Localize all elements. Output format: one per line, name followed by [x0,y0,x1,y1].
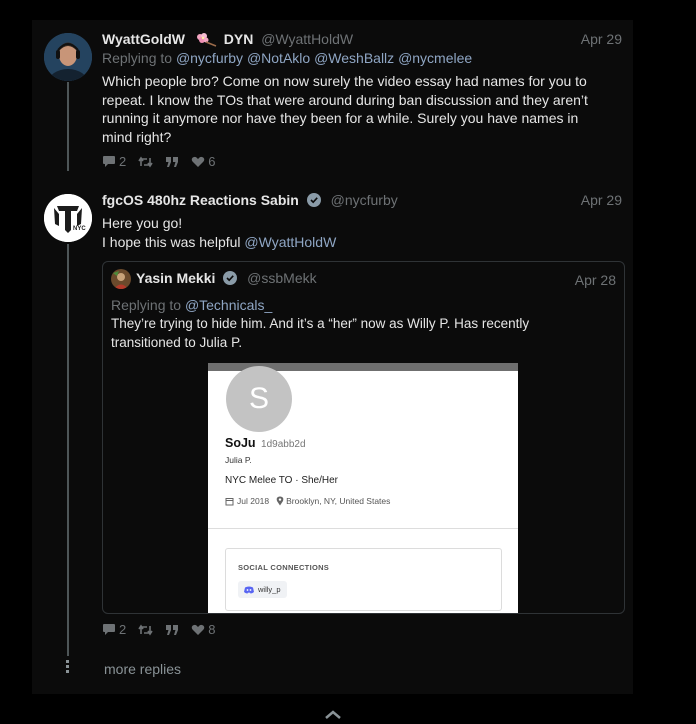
thread-connector [67,244,69,656]
profile-bio: NYC Melee TO · She/Her [225,475,339,486]
quote-text-line: They’re trying to hide him. And it’s a “… [111,316,530,331]
reply-icon [103,156,115,167]
calendar-icon [225,497,234,505]
replying-to-label: Replying to [111,297,182,313]
retweet-button[interactable] [138,156,153,168]
mention-link[interactable]: @NotAklo [247,50,310,66]
quote-button[interactable] [165,624,179,636]
mention-link[interactable]: @nycfurby [176,50,243,66]
more-replies-link[interactable]: more replies [104,661,181,677]
retweet-icon [138,156,153,167]
tweet-date[interactable]: Apr 29 [581,31,622,47]
quote-header: Yasin Mekki @ssbMekk [136,270,317,288]
chevron-up-icon[interactable] [324,706,342,724]
avatar[interactable] [44,33,92,81]
profile-avatar: S [226,366,292,432]
svg-text:NYC: NYC [73,226,86,232]
tweet-text-line: Which people bro? Come on now surely the… [102,73,587,89]
profile-location: Brooklyn, NY, United States [286,496,391,506]
connection-chip: willy_p [238,581,287,598]
quote-author-name[interactable]: Yasin Mekki [136,270,215,286]
tweet-text-line: repeat. I know the TOs that were around … [102,91,588,108]
mention-link[interactable]: @Technicals_ [185,297,272,313]
replying-to-label: Replying to [102,50,173,66]
social-connections-card: SOCIAL CONNECTIONS willy_p [225,548,502,611]
quote-icon [166,624,179,635]
avatar[interactable]: NYC [44,194,92,242]
quote-button[interactable] [165,156,179,168]
tweet-stats: 2 8 [102,622,227,637]
profile-name-row: SoJu 1d9abb2d [225,436,306,450]
avatar[interactable] [111,269,131,289]
tweet-text: Which people bro? Come on now surely the… [102,72,622,146]
discord-icon [244,586,254,594]
profile-display-name: SoJu [225,436,256,450]
verified-badge-icon [306,193,321,210]
profile-joined: Jul 2018 [237,496,270,506]
quote-text-line: transitioned to Julia P. [111,334,243,350]
tweet-text-line: I hope this was helpful @WyattHoldW [102,233,622,252]
reply-count: 2 [119,154,127,169]
tweet-text-line: mind right? [102,128,172,145]
retweet-button[interactable] [138,624,153,636]
author-name[interactable]: fgcOS 480hz Reactions Sabin [102,192,299,208]
quote-date[interactable]: Apr 28 [575,272,616,288]
location-pin-icon [276,496,284,506]
tweet-text: Here you go! I hope this was helpful @Wy… [102,214,622,251]
author-handle[interactable]: @WyattHoldW [261,31,353,47]
profile-id: 1d9abb2d [261,439,306,450]
thread-more-dots [66,660,70,673]
reply-button[interactable]: 2 [102,154,126,169]
like-button[interactable]: 6 [191,154,215,169]
tweet-header: WyattGoldW DYN @WyattHoldW [102,31,353,50]
tweet-text-line: running it anymore nor have they been fo… [102,110,579,126]
author-handle[interactable]: @nycfurby [331,192,398,208]
mention-link[interactable]: @nycmelee [398,50,472,66]
heart-icon [191,624,205,635]
profile-divider [208,528,518,529]
replying-to: Replying to @nycfurby @NotAklo @WeshBall… [102,50,472,66]
heart-icon [191,156,205,167]
tweet-stats: 2 6 [102,154,227,169]
mention-link[interactable]: @WyattHoldW [244,234,336,250]
reply-count: 2 [119,622,127,637]
quote-author-handle[interactable]: @ssbMekk [247,270,316,286]
tweet-text-span: I hope this was helpful [102,233,241,250]
retweet-icon [138,624,153,635]
quote-icon [166,156,179,167]
tweet-header: fgcOS 480hz Reactions Sabin @nycfurby [102,192,398,210]
like-button[interactable]: 8 [191,622,215,637]
like-count: 8 [208,622,216,637]
author-name-suffix: DYN [223,31,254,47]
replying-to: Replying to @Technicals_ [111,297,272,313]
reply-icon [103,624,115,635]
author-name[interactable]: WyattGoldW [102,31,185,47]
mention-link[interactable]: @WeshBallz [314,50,394,66]
profile-meta: Jul 2018 Brooklyn, NY, United States [225,496,390,506]
thread-connector [67,82,69,171]
cherry-blossom-icon [192,31,218,50]
reply-button[interactable]: 2 [102,622,126,637]
quote-text: They’re trying to hide him. And it’s a “… [111,315,616,352]
tweet-date[interactable]: Apr 29 [581,192,622,208]
tweet-text-line: Here you go! [102,215,183,231]
like-count: 6 [208,154,216,169]
connection-name: willy_p [258,585,281,594]
profile-avatar-letter: S [248,382,269,415]
verified-badge-icon [223,271,238,288]
attached-image[interactable]: S SoJu 1d9abb2d Julia P. NYC Melee TO · … [208,363,518,613]
social-connections-title: SOCIAL CONNECTIONS [238,563,330,572]
profile-real-name: Julia P. [225,455,252,465]
quoted-tweet[interactable]: Yasin Mekki @ssbMekk Apr 28 Replying to … [102,261,625,614]
